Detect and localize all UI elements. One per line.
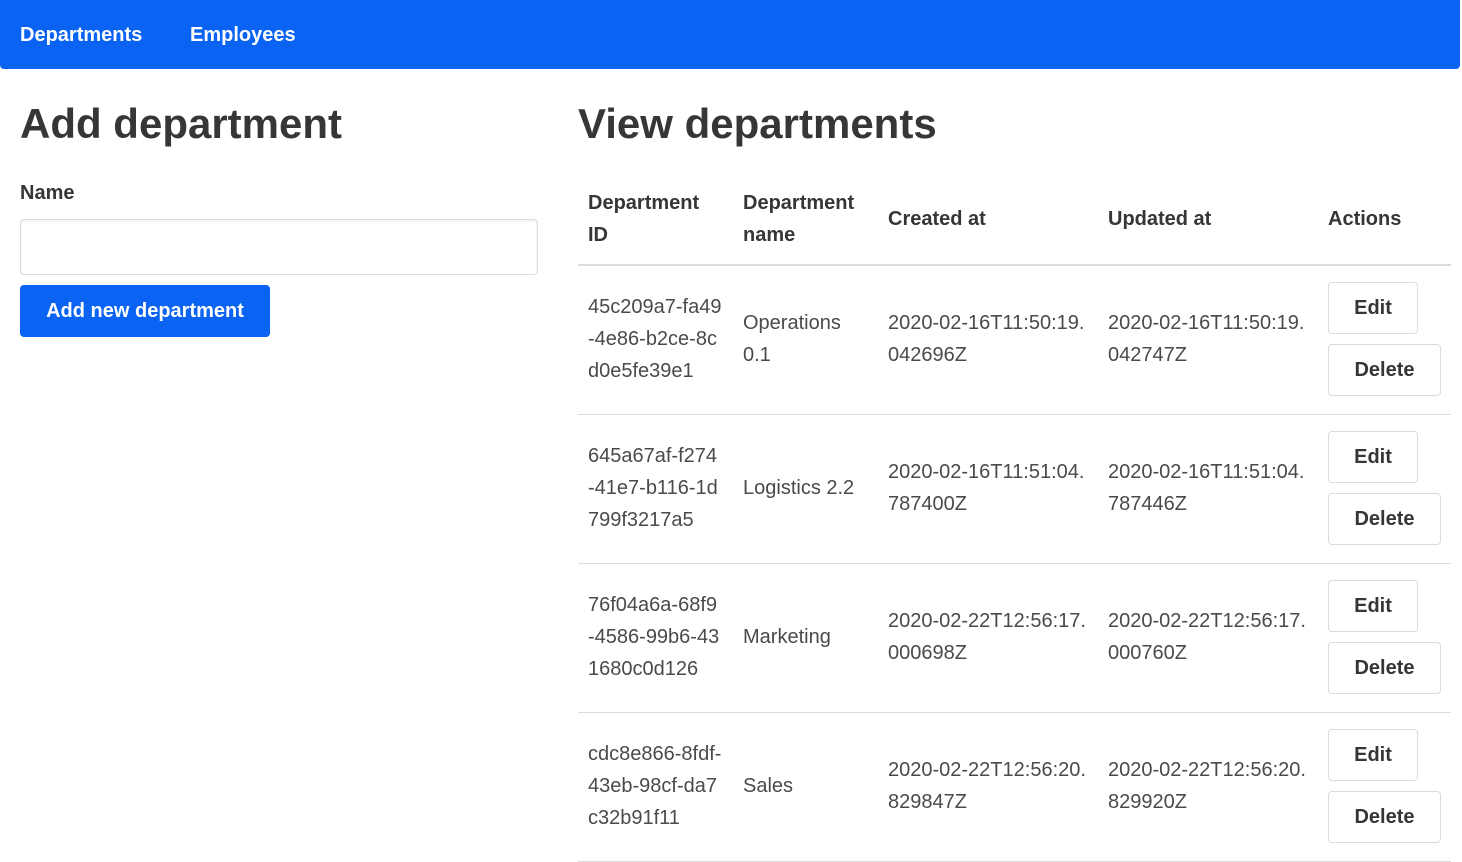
created-at-cell: 2020-02-22T12:56:17.000698Z — [878, 563, 1098, 713]
department-id-cell: 645a67af-f274-41e7-b116-1d799f3217a5 — [578, 414, 733, 564]
table-header-row: Department ID Department name Created at… — [578, 185, 1451, 266]
actions-cell: Edit Delete — [1318, 712, 1451, 862]
column-header-actions: Actions — [1318, 185, 1451, 266]
column-header-created-at: Created at — [878, 185, 1098, 266]
updated-at-cell: 2020-02-16T11:50:19.042747Z — [1098, 265, 1318, 415]
delete-button[interactable]: Delete — [1328, 493, 1441, 545]
department-id-cell: 76f04a6a-68f9-4586-99b6-431680c0d126 — [578, 563, 733, 713]
edit-button[interactable]: Edit — [1328, 431, 1418, 483]
department-name-input[interactable] — [20, 219, 538, 275]
name-label: Name — [20, 182, 75, 204]
nav-departments-link[interactable]: Departments — [20, 23, 142, 47]
table-row: 45c209a7-fa49-4e86-b2ce-8cd0e5fe39e1 Ope… — [578, 265, 1451, 415]
add-department-title: Add department — [20, 100, 343, 147]
column-header-updated-at: Updated at — [1098, 185, 1318, 266]
table-row: cdc8e866-8fdf-43eb-98cf-da7c32b91f11 Sal… — [578, 712, 1451, 862]
department-id-cell: 45c209a7-fa49-4e86-b2ce-8cd0e5fe39e1 — [578, 265, 733, 415]
delete-button[interactable]: Delete — [1328, 642, 1441, 694]
created-at-cell: 2020-02-16T11:51:04.787400Z — [878, 414, 1098, 564]
created-at-cell: 2020-02-16T11:50:19.042696Z — [878, 265, 1098, 415]
department-name-cell: Operations 0.1 — [733, 265, 878, 415]
actions-cell: Edit Delete — [1318, 414, 1451, 564]
department-name-cell: Sales — [733, 712, 878, 862]
department-name-cell: Marketing — [733, 563, 878, 713]
table-row: 76f04a6a-68f9-4586-99b6-431680c0d126 Mar… — [578, 563, 1451, 713]
edit-button[interactable]: Edit — [1328, 282, 1418, 335]
updated-at-cell: 2020-02-22T12:56:17.000760Z — [1098, 563, 1318, 713]
view-departments-title: View departments — [578, 100, 937, 147]
actions-cell: Edit Delete — [1318, 265, 1451, 415]
nav-employees-link[interactable]: Employees — [190, 23, 296, 47]
updated-at-cell: 2020-02-22T12:56:20.829920Z — [1098, 712, 1318, 862]
delete-button[interactable]: Delete — [1328, 344, 1441, 397]
top-navbar: Departments Employees — [0, 0, 1460, 69]
created-at-cell: 2020-02-22T12:56:20.829847Z — [878, 712, 1098, 862]
delete-button[interactable]: Delete — [1328, 791, 1441, 843]
edit-button[interactable]: Edit — [1328, 580, 1418, 632]
department-name-cell: Logistics 2.2 — [733, 414, 878, 564]
actions-cell: Edit Delete — [1318, 563, 1451, 713]
table-row: 645a67af-f274-41e7-b116-1d799f3217a5 Log… — [578, 414, 1451, 564]
column-header-department-name: Department name — [733, 185, 878, 266]
department-id-cell: cdc8e866-8fdf-43eb-98cf-da7c32b91f11 — [578, 712, 733, 862]
departments-table: Department ID Department name Created at… — [578, 185, 1451, 862]
column-header-department-id: Department ID — [578, 185, 733, 266]
edit-button[interactable]: Edit — [1328, 729, 1418, 781]
updated-at-cell: 2020-02-16T11:51:04.787446Z — [1098, 414, 1318, 564]
add-new-department-button[interactable]: Add new department — [20, 285, 270, 337]
